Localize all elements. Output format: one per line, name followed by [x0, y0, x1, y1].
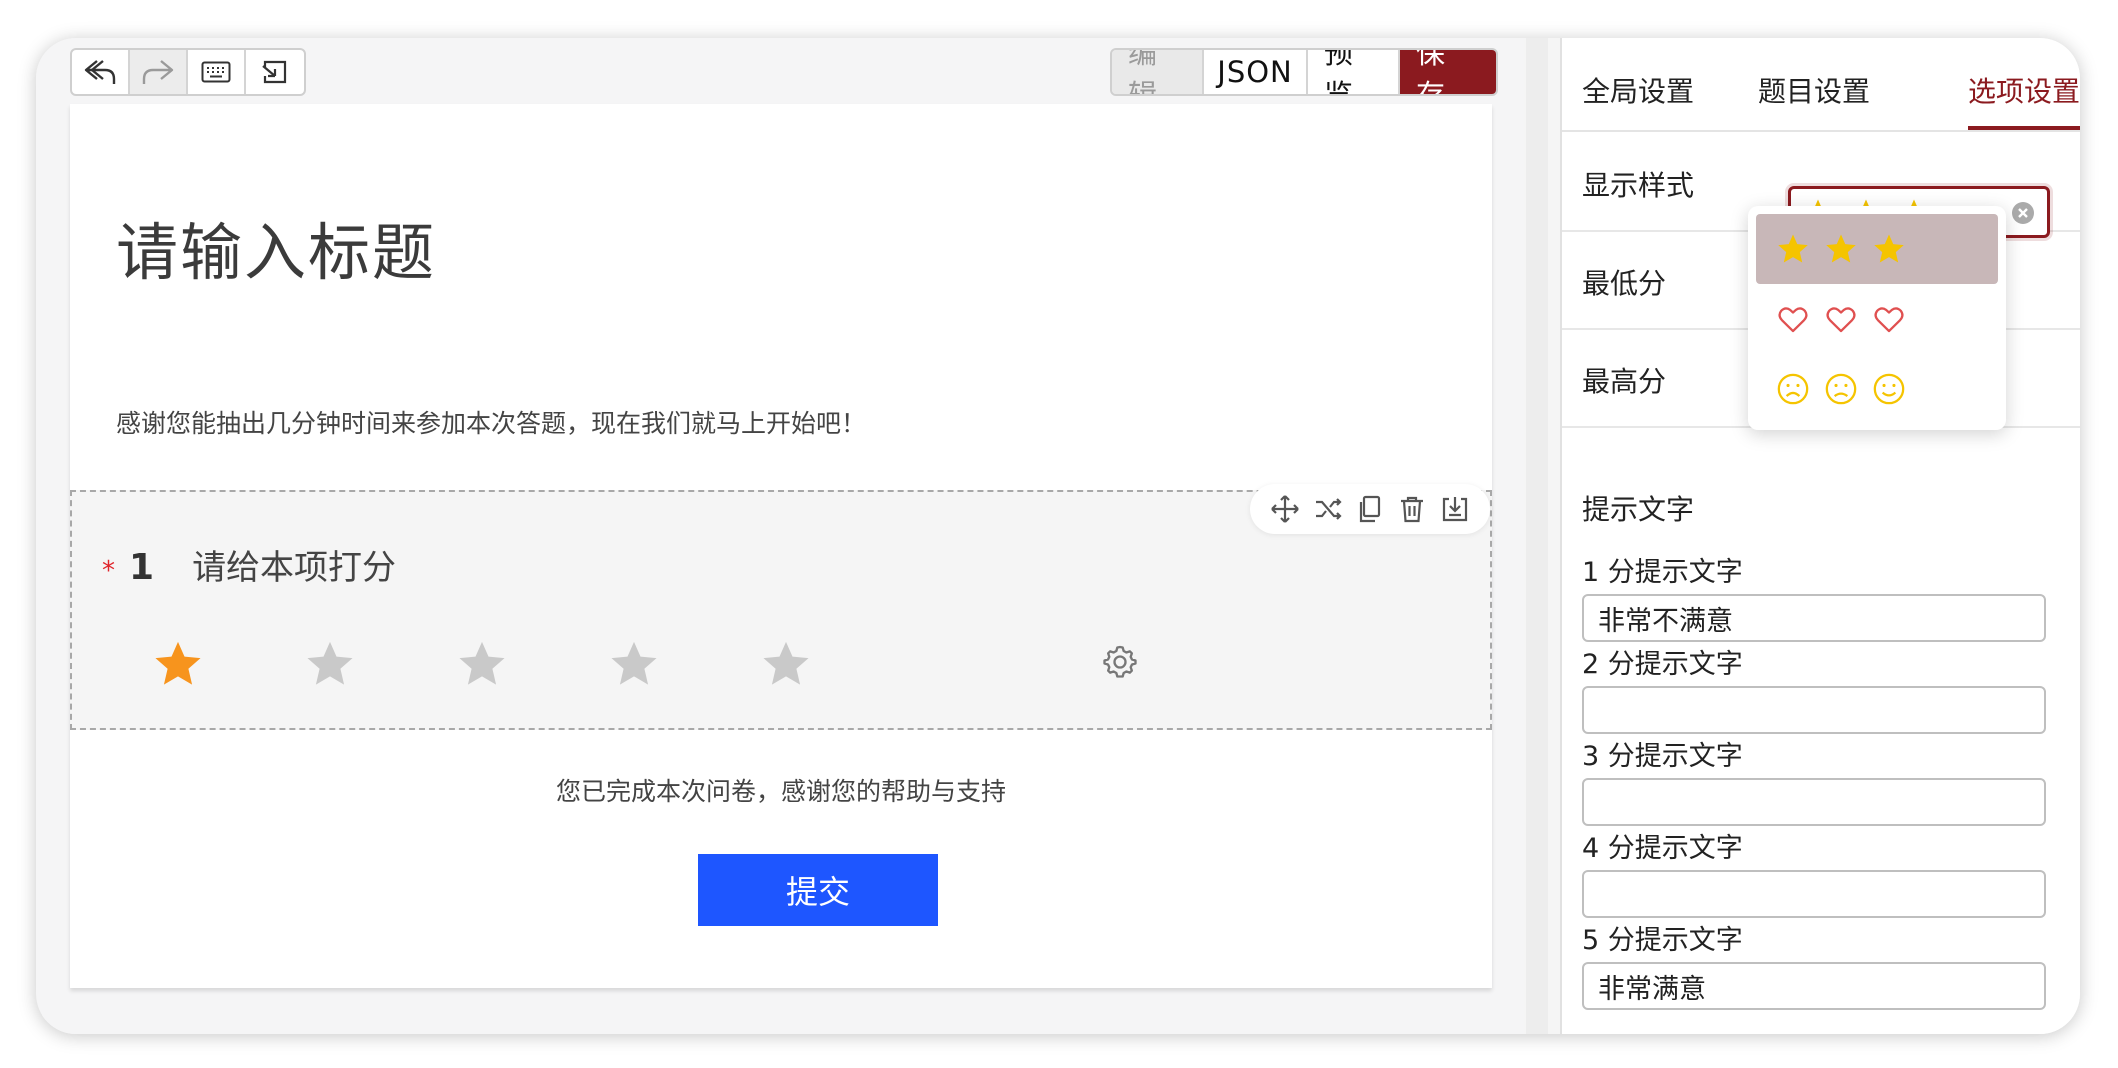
- redo-button[interactable]: [130, 50, 188, 94]
- heart-icon: [1874, 307, 1904, 333]
- sad-face-icon: [1777, 373, 1809, 405]
- smile-face-icon: [1873, 373, 1905, 405]
- survey-intro[interactable]: 感谢您能抽出几分钟时间来参加本次答题，现在我们就马上开始吧！: [116, 404, 866, 440]
- survey-title[interactable]: 请输入标题: [116, 202, 436, 292]
- undo-icon: [84, 60, 116, 84]
- keyboard-icon: [201, 61, 231, 83]
- save-to-bank-icon[interactable]: [1440, 494, 1470, 524]
- question-header: * 1 请给本项打分: [102, 540, 396, 589]
- required-mark: *: [102, 556, 115, 586]
- history-toolbar: [70, 48, 306, 96]
- keyboard-button[interactable]: [188, 50, 246, 94]
- gear-icon[interactable]: [1100, 642, 1140, 682]
- star-icon[interactable]: [456, 638, 508, 690]
- hint-input-2[interactable]: [1582, 686, 2046, 734]
- style-option-heart[interactable]: [1756, 284, 1998, 354]
- heart-icon: [1826, 307, 1856, 333]
- clear-icon[interactable]: [2011, 201, 2035, 225]
- save-button[interactable]: 保存: [1400, 50, 1496, 94]
- question-card[interactable]: * 1 请给本项打分: [70, 484, 1492, 730]
- star-icon[interactable]: [608, 638, 660, 690]
- tab-question-settings[interactable]: 题目设置: [1758, 70, 1870, 110]
- redo-icon: [142, 60, 174, 84]
- hint-input-3[interactable]: [1582, 778, 2046, 826]
- hint-title: 提示文字: [1582, 493, 1695, 526]
- hint-label-4: 4 分提示文字: [1582, 833, 1743, 864]
- star-icon: [1778, 234, 1808, 263]
- delete-icon[interactable]: [1397, 494, 1427, 524]
- mode-switcher: 编辑 JSON 预览 保存: [1110, 48, 1498, 96]
- settings-panel: 全局设置 题目设置 选项设置 显示样式 最低分 最高分 提示文字 1 分提示文字…: [1560, 38, 2080, 1034]
- star-icon[interactable]: [304, 638, 356, 690]
- preview-mode-button[interactable]: 预览: [1308, 50, 1400, 94]
- hint-label-5: 5 分提示文字: [1582, 925, 1743, 956]
- star-icon: [1874, 234, 1904, 263]
- tab-global-settings[interactable]: 全局设置: [1582, 70, 1694, 110]
- hint-label-2: 2 分提示文字: [1582, 649, 1743, 680]
- heart-icon: [1778, 307, 1808, 333]
- settings-tabs: 全局设置 题目设置 选项设置: [1562, 38, 2080, 132]
- import-button[interactable]: [246, 50, 304, 94]
- active-tab-indicator: [1968, 126, 2080, 130]
- sad-face-icon: [1825, 373, 1857, 405]
- display-style-dropdown: [1748, 206, 2006, 430]
- survey-canvas: 请输入标题 感谢您能抽出几分钟时间来参加本次答题，现在我们就马上开始吧！ * 1…: [70, 104, 1492, 988]
- edit-mode-button[interactable]: 编辑: [1112, 50, 1204, 94]
- hint-input-4[interactable]: [1582, 870, 2046, 918]
- hint-input-1[interactable]: [1582, 594, 2046, 642]
- min-score-label: 最低分: [1582, 267, 1667, 300]
- question-actions: [1250, 484, 1490, 534]
- json-mode-button[interactable]: JSON: [1204, 50, 1308, 94]
- copy-icon[interactable]: [1355, 494, 1385, 524]
- hint-label-3: 3 分提示文字: [1582, 741, 1743, 772]
- question-number: 1: [129, 547, 155, 588]
- max-score-label: 最高分: [1582, 365, 1667, 398]
- rating-stars: [152, 638, 912, 690]
- style-option-star[interactable]: [1756, 214, 1998, 284]
- move-icon[interactable]: [1270, 494, 1300, 524]
- question-text[interactable]: 请给本项打分: [192, 540, 396, 589]
- star-icon[interactable]: [760, 638, 812, 690]
- hint-label-1: 1 分提示文字: [1582, 557, 1743, 588]
- shuffle-icon[interactable]: [1313, 494, 1343, 524]
- submit-button[interactable]: 提交: [698, 854, 938, 926]
- hint-input-5[interactable]: [1582, 962, 2046, 1010]
- tab-option-settings[interactable]: 选项设置: [1968, 70, 2080, 110]
- survey-editor: 编辑 JSON 预览 保存 请输入标题 感谢您能抽出几分钟时间来参加本次答题，现…: [36, 38, 1524, 1034]
- end-text[interactable]: 您已完成本次问卷，感谢您的帮助与支持: [70, 772, 1492, 808]
- star-icon: [1826, 234, 1856, 263]
- style-option-face[interactable]: [1756, 354, 1998, 424]
- import-icon: [262, 60, 287, 84]
- panel-divider: [1526, 38, 1548, 1034]
- display-style-label: 显示样式: [1582, 169, 1695, 202]
- star-icon[interactable]: [152, 638, 204, 690]
- app-window: 编辑 JSON 预览 保存 请输入标题 感谢您能抽出几分钟时间来参加本次答题，现…: [36, 38, 2080, 1034]
- undo-button[interactable]: [72, 50, 130, 94]
